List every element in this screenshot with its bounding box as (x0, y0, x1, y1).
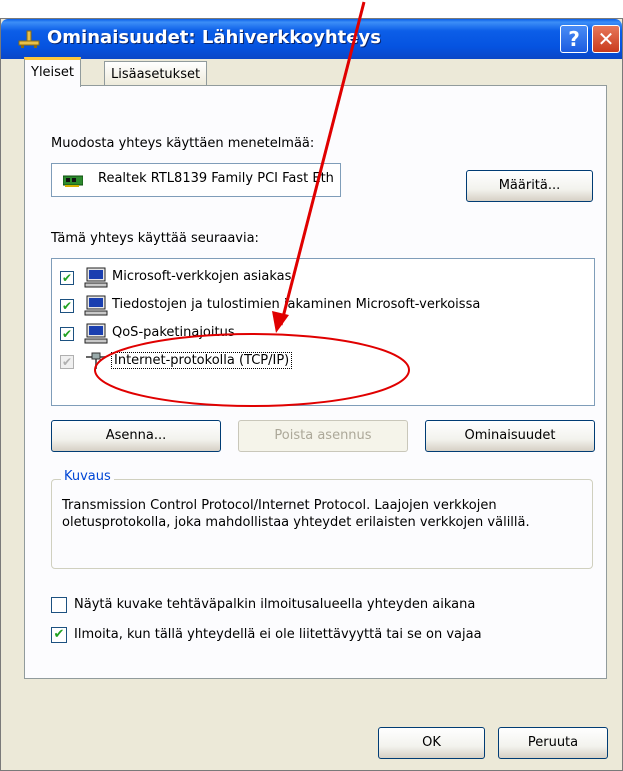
install-button[interactable]: Asenna... (51, 420, 221, 452)
cancel-button[interactable]: Peruuta (498, 727, 608, 759)
network-client-icon (84, 267, 108, 288)
qos-scheduler-icon (84, 323, 108, 344)
network-card-icon (63, 175, 83, 187)
component-checkbox[interactable]: ✔ (60, 299, 74, 313)
adapter-name: Realtek RTL8139 Family PCI Fast Eth (98, 171, 334, 186)
protocol-icon (86, 352, 106, 369)
title-bar[interactable]: Ominaisuudet: Lähiverkkoyhteys ? ✕ (1, 19, 622, 59)
component-checkbox[interactable]: ✔ (60, 327, 74, 341)
notify-checkbox[interactable]: ✔ (51, 627, 67, 643)
component-checkbox[interactable]: ✔ (60, 271, 74, 285)
notify-label[interactable]: Ilmoita, kun tällä yhteydellä ei ole lii… (74, 627, 482, 642)
component-label: QoS-paketinajoitus (112, 325, 235, 340)
close-button[interactable]: ✕ (592, 25, 620, 53)
ok-button[interactable]: OK (378, 727, 485, 759)
configure-button[interactable]: Määritä... (466, 170, 593, 202)
properties-button[interactable]: Ominaisuudet (425, 420, 595, 452)
component-checkbox[interactable]: ✔ (60, 355, 74, 369)
tab-advanced[interactable]: Lisäasetukset (104, 61, 208, 87)
component-label: Internet-protokolla (TCP/IP) (110, 352, 293, 369)
components-list[interactable]: ✔ Microsoft-verkkojen asiakas ✔ Tiedosto… (51, 258, 595, 406)
network-connection-icon (18, 30, 40, 48)
uninstall-button[interactable]: Poista asennus (238, 420, 408, 452)
description-legend: Kuvaus (61, 469, 114, 484)
component-label: Microsoft-verkkojen asiakas (112, 269, 292, 284)
component-label: Tiedostojen ja tulostimien jakaminen Mic… (112, 297, 481, 312)
help-button[interactable]: ? (560, 25, 588, 53)
file-printer-sharing-icon (84, 295, 108, 316)
components-label: Tämä yhteys käyttää seuraavia: (51, 231, 259, 246)
tab-general[interactable]: Yleiset (24, 57, 82, 87)
description-text: Transmission Control Protocol/Internet P… (62, 498, 530, 530)
show-icon-checkbox[interactable] (51, 597, 67, 613)
connect-using-label: Muodosta yhteys käyttäen menetelmää: (51, 136, 315, 151)
adapter-field: Realtek RTL8139 Family PCI Fast Eth (51, 163, 341, 197)
window-title: Ominaisuudet: Lähiverkkoyhteys (47, 27, 381, 48)
show-icon-label[interactable]: Näytä kuvake tehtäväpalkin ilmoitusaluee… (74, 597, 475, 612)
